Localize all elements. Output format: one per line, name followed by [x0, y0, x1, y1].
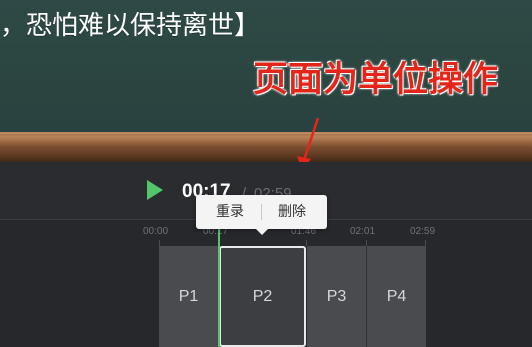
tick-label: 02:01: [350, 226, 376, 237]
chalkboard-ledge: [0, 132, 532, 162]
tick-label: 00:00: [143, 226, 169, 237]
annotation-label: 页面为单位操作: [253, 60, 499, 100]
slide-text: ，恐怕难以保持离世】: [0, 11, 261, 41]
rerecord-button[interactable]: 重录: [202, 195, 258, 229]
page-block-p2[interactable]: P2: [219, 246, 306, 347]
page-block-p4[interactable]: P4: [367, 246, 426, 347]
play-icon[interactable]: [146, 179, 164, 201]
page-block-p3[interactable]: P3: [307, 246, 366, 347]
delete-button[interactable]: 删除: [264, 195, 320, 229]
tick-label: 02:59: [410, 226, 436, 237]
playhead[interactable]: [218, 228, 220, 347]
page-block-p1[interactable]: P1: [159, 246, 218, 347]
menu-divider: [261, 204, 262, 220]
page-context-menu: 重录 删除: [196, 195, 327, 235]
